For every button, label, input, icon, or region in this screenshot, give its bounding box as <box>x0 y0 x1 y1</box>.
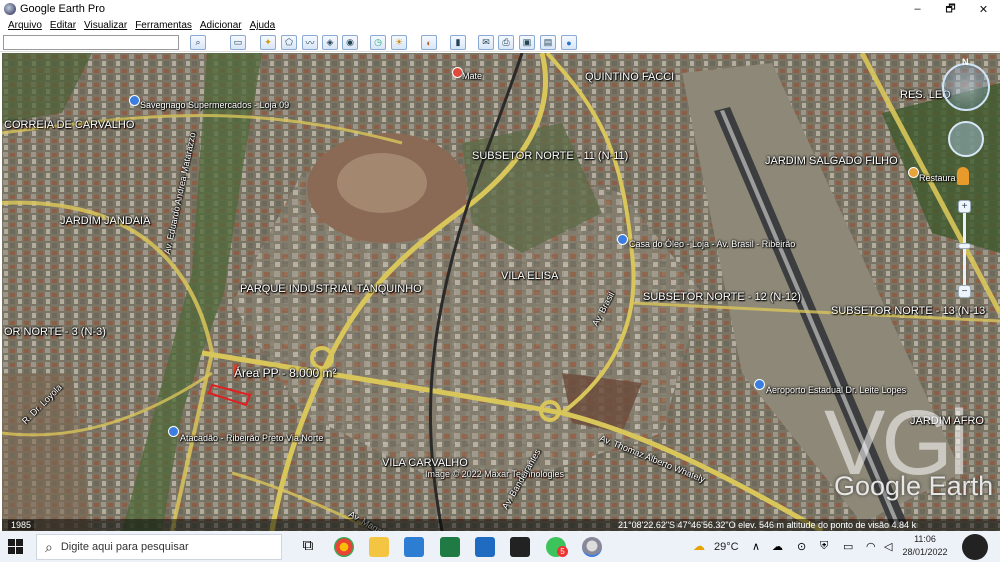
imagery-credit: Image © 2022 Maxar Technologies <box>425 469 565 479</box>
sunlight-icon[interactable]: ☀ <box>391 35 407 50</box>
map-label: JARDIM SALGADO FILHO <box>765 155 898 167</box>
clock-date: 28/01/2022 <box>902 547 948 557</box>
map-label: Casa do Óleo - Loja - Av. Brasil - Ribei… <box>629 239 796 249</box>
security-icon[interactable]: ⛨ <box>820 540 828 553</box>
map-label: SUBSETOR NORTE - 11 (N-11) <box>472 150 629 162</box>
excel-icon[interactable] <box>440 537 460 557</box>
zoom-slider-handle[interactable] <box>958 243 971 249</box>
store-pin-icon[interactable] <box>617 234 628 245</box>
sidebar-toggle-icon[interactable]: ▭ <box>230 35 246 50</box>
print-icon[interactable]: ⎙ <box>498 35 514 50</box>
taskbar-search-input[interactable]: ⌕ Digite aqui para pesquisar <box>36 534 282 560</box>
google-earth-app-icon <box>4 3 16 15</box>
add-polygon-icon[interactable]: ⬠ <box>281 35 297 50</box>
taskbar-search-placeholder: Digite aqui para pesquisar <box>60 541 189 553</box>
outlook-icon[interactable] <box>475 537 495 557</box>
menu-ferramentas[interactable]: Ferramentas <box>135 20 192 31</box>
map-label: Restaura <box>919 173 956 183</box>
map-label: CORREIA DE CARVALHO <box>4 119 135 131</box>
map-label: OR NORTE - 3 (N-3) <box>4 326 106 338</box>
window-title: Google Earth Pro <box>20 3 105 15</box>
map-viewport[interactable]: Mate QUINTINO FACCI Savegnago Supermerca… <box>2 53 1000 531</box>
supermarket-pin-icon[interactable] <box>129 95 140 106</box>
map-label: JARDIM JANDAIA <box>60 215 151 227</box>
title-bar: Google Earth Pro – 🗗 ✕ <box>0 0 1000 18</box>
compass-look-control-icon[interactable] <box>942 63 990 111</box>
minimize-button[interactable]: – <box>901 0 934 18</box>
toolbar: ⌕ ▭ ✦ ⬠ 〰 ◈ ◉ ◷ ☀ ◐ ▮ ✉ ⎙ ▣ ▤ ● <box>0 33 1000 52</box>
map-label: QUINTINO FACCI <box>585 71 675 83</box>
airport-pin-icon[interactable] <box>754 379 765 390</box>
move-control-icon[interactable] <box>948 121 984 157</box>
area-label: Área PP - 8.000 m² <box>234 366 337 380</box>
onedrive-icon[interactable]: ☁ <box>772 540 783 553</box>
earth-gallery-icon[interactable]: ● <box>561 35 577 50</box>
app-icon[interactable] <box>510 537 530 557</box>
menu-ajuda[interactable]: Ajuda <box>250 20 276 31</box>
map-label: VILA CARVALHO <box>382 457 468 469</box>
menu-bar: Arquivo Editar Visualizar Ferramentas Ad… <box>0 18 1000 33</box>
notification-center-icon[interactable] <box>962 534 988 560</box>
system-clock[interactable]: 11:06 28/01/2022 <box>896 533 954 559</box>
wifi-icon[interactable]: ◠ <box>866 540 876 553</box>
map-label: PARQUE INDUSTRIAL TANQUINHO <box>240 283 422 295</box>
clock-time: 11:06 <box>914 534 936 544</box>
status-coordinates: 21°08'22.62"S 47°46'56.32"O elev. 546 m … <box>618 520 917 530</box>
add-path-icon[interactable]: 〰 <box>302 35 318 50</box>
map-label: SUBSETOR NORTE - 13 (N-13 <box>831 305 986 317</box>
menu-arquivo[interactable]: Arquivo <box>8 20 42 31</box>
historical-imagery-icon[interactable]: ◷ <box>370 35 386 50</box>
view-in-maps-icon[interactable]: ▤ <box>540 35 556 50</box>
email-icon[interactable]: ✉ <box>478 35 494 50</box>
map-label: Mate <box>462 71 483 81</box>
windows-start-icon[interactable] <box>8 539 24 555</box>
google-earth-task-icon[interactable] <box>582 537 602 557</box>
menu-editar[interactable]: Editar <box>50 20 76 31</box>
ruler-icon[interactable]: ▮ <box>450 35 466 50</box>
north-indicator-icon[interactable]: N <box>962 57 969 67</box>
menu-adicionar[interactable]: Adicionar <box>200 20 242 31</box>
volume-icon[interactable]: ◁ <box>884 540 892 553</box>
imagery-year: 1985 <box>8 520 35 530</box>
maximize-button[interactable]: 🗗 <box>934 0 967 18</box>
notification-badge: 5 <box>557 546 568 557</box>
map-label: SUBSETOR NORTE - 12 (N-12) <box>643 291 801 303</box>
add-image-overlay-icon[interactable]: ◈ <box>322 35 338 50</box>
zoom-in-icon[interactable]: + <box>958 200 971 213</box>
taskbar: ⌕ Digite aqui para pesquisar ⧉ 5 ☁ 29°C … <box>0 531 1000 562</box>
map-label: Savegnago Supermercados - Loja 09 <box>140 100 290 110</box>
weather-temperature[interactable]: 29°C <box>714 541 739 553</box>
street-view-pegman-icon[interactable] <box>957 167 969 185</box>
search-icon[interactable]: ⌕ <box>190 35 206 50</box>
chrome-icon[interactable] <box>334 537 354 557</box>
weather-icon[interactable]: ☁ <box>693 539 705 553</box>
planets-icon[interactable]: ◐ <box>421 35 437 50</box>
google-earth-logo: Google Earth <box>834 471 994 501</box>
search-icon: ⌕ <box>45 538 53 555</box>
menu-visualizar[interactable]: Visualizar <box>84 20 127 31</box>
tray-app-icon[interactable]: ⊙ <box>797 540 806 553</box>
file-explorer-icon[interactable] <box>369 537 389 557</box>
close-button[interactable]: ✕ <box>967 0 1000 18</box>
window-controls: – 🗗 ✕ <box>901 0 1000 18</box>
add-placemark-icon[interactable]: ✦ <box>260 35 276 50</box>
atacadao-pin-icon[interactable] <box>168 426 179 437</box>
tray-expand-icon[interactable]: ∧ <box>752 540 760 553</box>
map-label: VILA ELISA <box>501 270 559 282</box>
task-view-icon[interactable]: ⧉ <box>298 537 318 557</box>
search-input[interactable] <box>3 35 179 50</box>
battery-icon[interactable]: ▭ <box>843 540 853 553</box>
map-label: Atacadão - Ribeirão Preto Via Norte <box>180 433 324 443</box>
record-tour-icon[interactable]: ◉ <box>342 35 358 50</box>
save-image-icon[interactable]: ▣ <box>519 35 535 50</box>
zoom-out-icon[interactable]: − <box>958 285 971 298</box>
restaurant-pin-icon[interactable] <box>908 167 919 178</box>
mail-app-icon[interactable] <box>404 537 424 557</box>
